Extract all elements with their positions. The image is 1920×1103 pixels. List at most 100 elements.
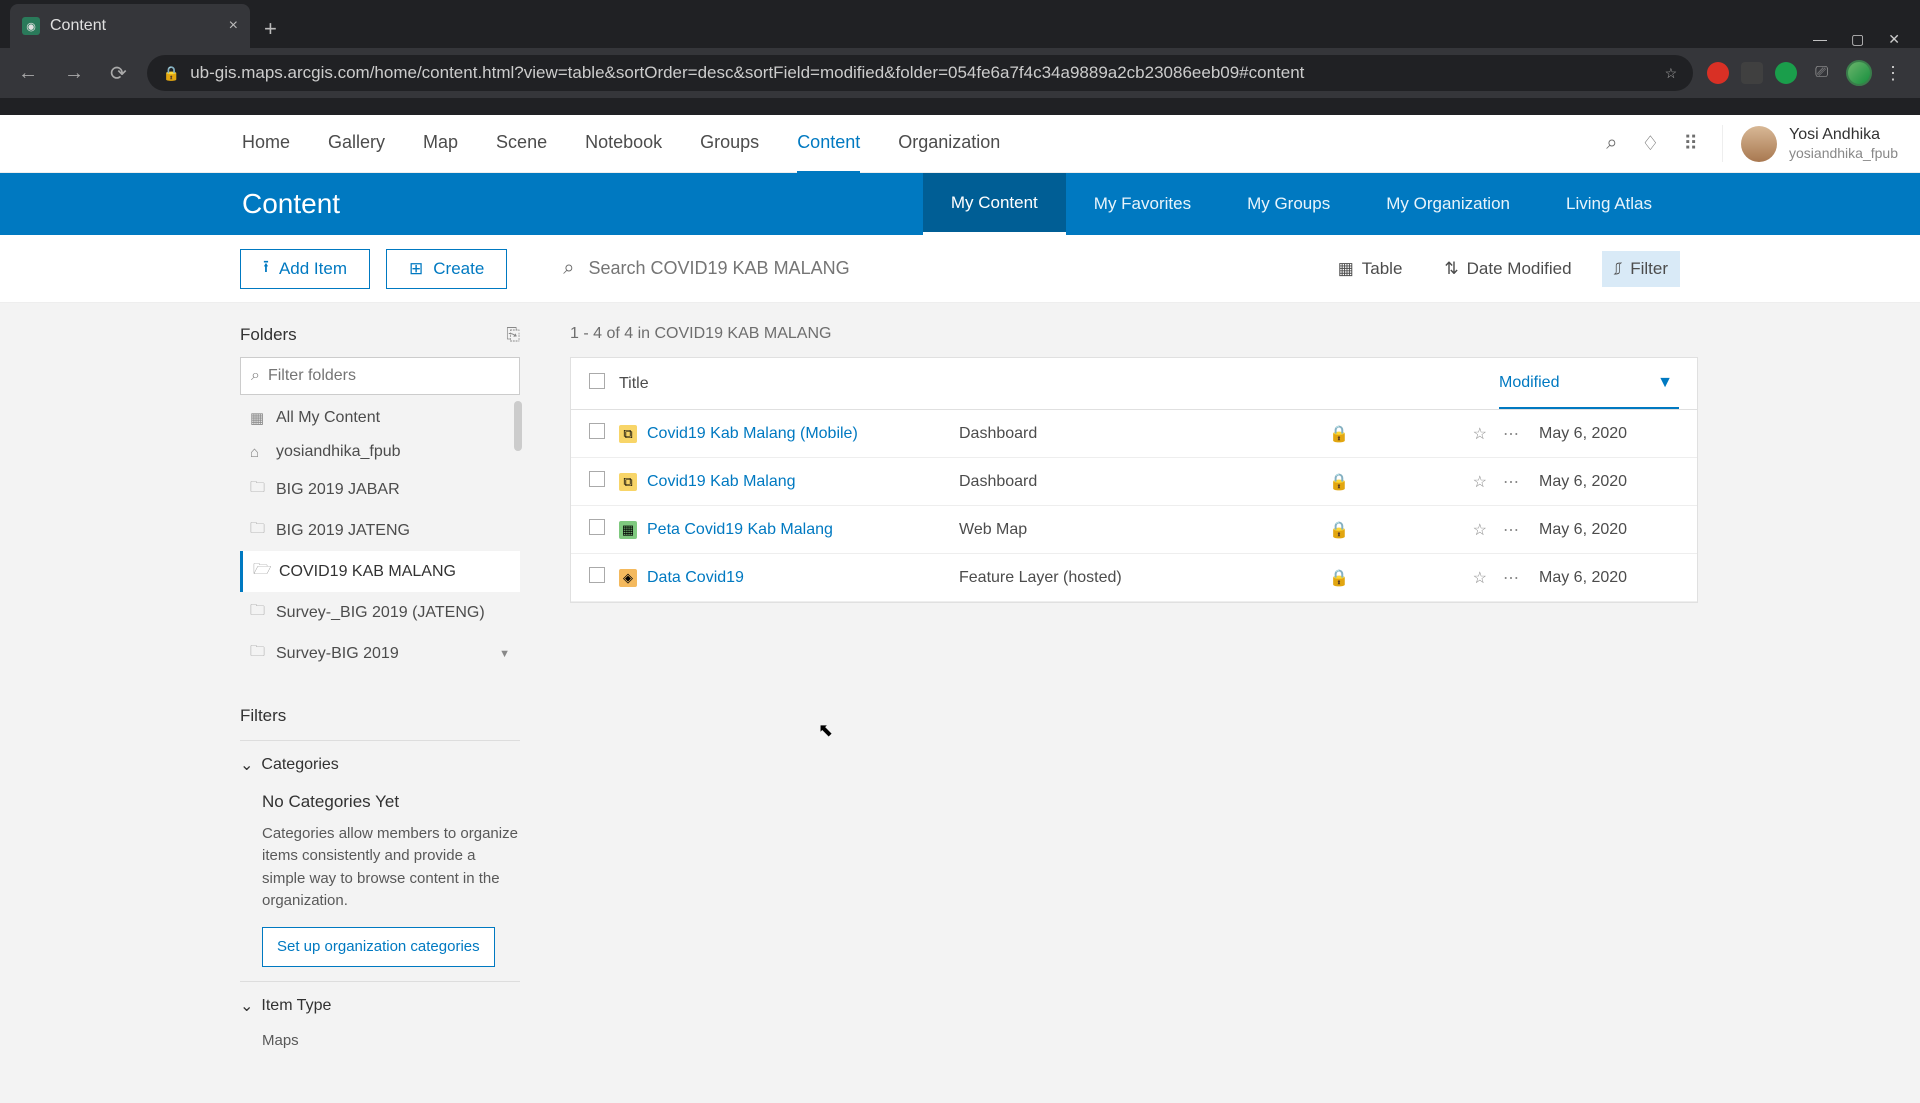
- nav-link-scene[interactable]: Scene: [496, 114, 547, 173]
- chevron-down-icon: ▼: [499, 648, 510, 660]
- search-icon[interactable]: ⌕: [563, 257, 574, 280]
- star-icon[interactable]: ☆: [1473, 568, 1487, 588]
- view-table-button[interactable]: ▦ Table: [1326, 251, 1415, 287]
- sub-tab-my-content[interactable]: My Content: [923, 173, 1066, 235]
- nav-link-groups[interactable]: Groups: [700, 114, 759, 173]
- share-icon[interactable]: 🔒: [1239, 520, 1439, 540]
- sub-tabs: My ContentMy FavoritesMy GroupsMy Organi…: [923, 173, 1680, 235]
- filter-button[interactable]: ⎎ Filter: [1602, 251, 1680, 287]
- profile-avatar[interactable]: [1846, 60, 1872, 86]
- categories-toggle[interactable]: ⌄ Categories: [240, 755, 520, 775]
- sub-tab-my-groups[interactable]: My Groups: [1219, 173, 1358, 235]
- back-button[interactable]: ←: [12, 58, 44, 89]
- new-folder-icon[interactable]: ⎘: [506, 325, 520, 345]
- more-icon[interactable]: ⋯: [1503, 568, 1519, 588]
- item-link[interactable]: Covid19 Kab Malang: [647, 473, 796, 491]
- forward-button[interactable]: →: [58, 58, 90, 89]
- share-icon[interactable]: 🔒: [1239, 424, 1439, 444]
- apps-icon[interactable]: ⠿: [1683, 131, 1698, 156]
- search-input[interactable]: [588, 258, 1309, 279]
- row-checkbox[interactable]: [589, 567, 619, 588]
- col-title[interactable]: Title: [619, 375, 1499, 393]
- user-menu[interactable]: Yosi Andhika yosiandhika_fpub: [1722, 125, 1898, 163]
- bell-icon[interactable]: ♢: [1641, 131, 1659, 156]
- more-icon[interactable]: ⋯: [1503, 424, 1519, 444]
- folder-item[interactable]: 🗀BIG 2019 JABAR: [240, 469, 520, 510]
- menu-icon[interactable]: ⋮: [1884, 63, 1902, 84]
- col-modified[interactable]: Modified ▼: [1499, 358, 1679, 409]
- sub-tab-my-organization[interactable]: My Organization: [1358, 173, 1538, 235]
- row-type: Web Map: [959, 521, 1239, 539]
- extension-icon[interactable]: [1775, 62, 1797, 84]
- url-field[interactable]: 🔒 ub-gis.maps.arcgis.com/home/content.ht…: [147, 55, 1693, 91]
- row-type: Dashboard: [959, 473, 1239, 491]
- folder-item[interactable]: ⌂yosiandhika_fpub: [240, 435, 520, 469]
- extension-icon[interactable]: [1741, 62, 1763, 84]
- row-type: Dashboard: [959, 425, 1239, 443]
- more-icon[interactable]: ⋯: [1503, 472, 1519, 492]
- nav-link-notebook[interactable]: Notebook: [585, 114, 662, 173]
- item-link[interactable]: Covid19 Kab Malang (Mobile): [647, 425, 858, 443]
- folder-item[interactable]: 🗀Survey-BIG 2019▼: [240, 633, 520, 674]
- add-item-button[interactable]: ⭱ Add Item: [240, 249, 370, 289]
- folder-item[interactable]: 🗁COVID19 KAB MALANG: [240, 551, 520, 592]
- folder-label: yosiandhika_fpub: [276, 443, 401, 461]
- star-icon[interactable]: ☆: [1665, 65, 1678, 82]
- media-icon[interactable]: ⎚: [1809, 60, 1834, 86]
- item-link[interactable]: Data Covid19: [647, 569, 744, 587]
- more-icon[interactable]: ⋯: [1503, 520, 1519, 540]
- setup-categories-button[interactable]: Set up organization categories: [262, 927, 495, 968]
- item-type-option[interactable]: Maps: [262, 1030, 520, 1053]
- folder-item[interactable]: ▦All My Content: [240, 401, 520, 435]
- star-icon[interactable]: ☆: [1473, 424, 1487, 444]
- item-link[interactable]: Peta Covid19 Kab Malang: [647, 521, 833, 539]
- browser-tab[interactable]: ◉ Content ×: [10, 4, 250, 48]
- select-all-checkbox[interactable]: [589, 373, 619, 394]
- star-icon[interactable]: ☆: [1473, 520, 1487, 540]
- page-title: Content: [242, 188, 340, 220]
- share-icon[interactable]: 🔒: [1239, 472, 1439, 492]
- star-icon[interactable]: ☆: [1473, 472, 1487, 492]
- search-icon: ⌕: [251, 367, 260, 385]
- row-checkbox[interactable]: [589, 423, 619, 444]
- sort-icon: ⇅: [1444, 259, 1458, 279]
- extension-icon[interactable]: [1707, 62, 1729, 84]
- tab-bar: ◉ Content × + — ▢ ✕: [0, 0, 1920, 48]
- row-checkbox[interactable]: [589, 519, 619, 540]
- create-button[interactable]: ⊞ Create: [386, 249, 507, 289]
- nav-link-organization[interactable]: Organization: [898, 114, 1000, 173]
- share-icon[interactable]: 🔒: [1239, 568, 1439, 588]
- no-categories-title: No Categories Yet: [262, 789, 520, 815]
- scrollbar[interactable]: [514, 401, 522, 451]
- nav-link-map[interactable]: Map: [423, 114, 458, 173]
- new-tab-button[interactable]: +: [250, 16, 291, 48]
- table-row: ⧉Covid19 Kab MalangDashboard🔒☆⋯May 6, 20…: [571, 458, 1697, 506]
- search-icon[interactable]: ⌕: [1606, 132, 1617, 155]
- item-type-toggle[interactable]: ⌄ Item Type: [240, 996, 520, 1016]
- minimize-icon[interactable]: —: [1813, 31, 1827, 48]
- filter-label: Filter: [1630, 259, 1668, 279]
- content-area: 1 - 4 of 4 in COVID19 KAB MALANG Title M…: [570, 325, 1698, 1103]
- folder-icon: ▦: [250, 409, 266, 427]
- result-count: 1 - 4 of 4 in COVID19 KAB MALANG: [570, 325, 1698, 343]
- sub-tab-my-favorites[interactable]: My Favorites: [1066, 173, 1219, 235]
- folder-filter[interactable]: ⌕: [240, 357, 520, 395]
- sub-tab-living-atlas[interactable]: Living Atlas: [1538, 173, 1680, 235]
- sort-button[interactable]: ⇅ Date Modified: [1432, 251, 1583, 287]
- row-checkbox[interactable]: [589, 471, 619, 492]
- folder-filter-input[interactable]: [268, 367, 509, 385]
- categories-body: No Categories Yet Categories allow membe…: [240, 775, 520, 967]
- reload-button[interactable]: ⟳: [104, 57, 133, 90]
- cursor-icon: ⬉: [818, 720, 833, 741]
- close-window-icon[interactable]: ✕: [1888, 31, 1900, 48]
- row-actions: ☆⋯: [1439, 472, 1519, 492]
- folder-item[interactable]: 🗀Survey-_BIG 2019 (JATENG): [240, 592, 520, 633]
- maximize-icon[interactable]: ▢: [1851, 31, 1864, 48]
- folder-label: BIG 2019 JATENG: [276, 522, 410, 540]
- nav-link-gallery[interactable]: Gallery: [328, 114, 385, 173]
- nav-link-home[interactable]: Home: [242, 114, 290, 173]
- close-icon[interactable]: ×: [229, 17, 238, 35]
- folder-item[interactable]: 🗀BIG 2019 JATENG: [240, 510, 520, 551]
- nav-link-content[interactable]: Content: [797, 114, 860, 173]
- row-type: Feature Layer (hosted): [959, 569, 1239, 587]
